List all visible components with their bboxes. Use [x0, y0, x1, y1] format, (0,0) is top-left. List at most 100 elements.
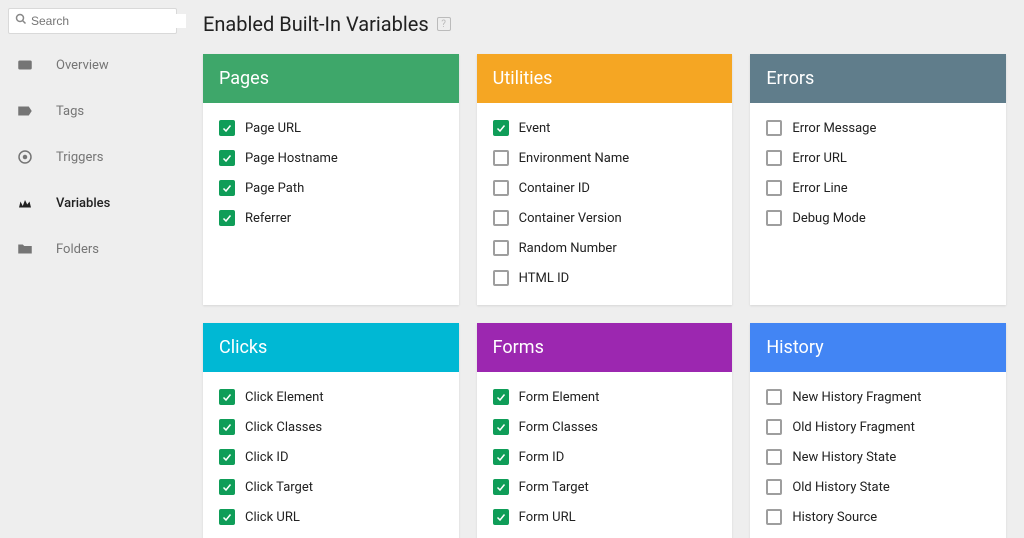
checkbox[interactable] — [493, 180, 509, 196]
variable-row[interactable]: Click URL — [219, 502, 443, 532]
variable-label: Click Element — [245, 390, 324, 405]
sidebar: Overview Tags Triggers Variables Folders — [0, 0, 185, 538]
checkbox[interactable] — [219, 150, 235, 166]
variable-row[interactable]: History Source — [766, 502, 990, 532]
help-icon[interactable]: ? — [437, 17, 451, 31]
variable-row[interactable]: Click Target — [219, 472, 443, 502]
variable-row[interactable]: Error Message — [766, 113, 990, 143]
variable-row[interactable]: Form URL — [493, 502, 717, 532]
card-header: Errors — [750, 54, 1006, 103]
variable-row[interactable]: Form Classes — [493, 412, 717, 442]
variable-row[interactable]: Form ID — [493, 442, 717, 472]
variable-row[interactable]: Old History State — [766, 472, 990, 502]
variable-label: Event — [519, 121, 551, 136]
checkbox[interactable] — [219, 509, 235, 525]
variable-row[interactable]: Click Classes — [219, 412, 443, 442]
variable-label: History Source — [792, 510, 877, 525]
checkbox[interactable] — [219, 419, 235, 435]
variable-label: Form Element — [519, 390, 600, 405]
sidebar-item-label: Folders — [56, 242, 99, 257]
variable-row[interactable]: Referrer — [219, 203, 443, 233]
checkbox[interactable] — [493, 120, 509, 136]
card-forms: FormsForm ElementForm ClassesForm IDForm… — [477, 323, 733, 538]
sidebar-item-label: Overview — [56, 58, 109, 73]
checkbox[interactable] — [493, 240, 509, 256]
variable-label: Page Hostname — [245, 151, 338, 166]
trigger-icon — [16, 148, 34, 166]
tag-icon — [16, 102, 34, 120]
checkbox[interactable] — [766, 120, 782, 136]
checkbox[interactable] — [493, 389, 509, 405]
checkbox[interactable] — [219, 449, 235, 465]
checkbox[interactable] — [493, 449, 509, 465]
checkbox[interactable] — [493, 150, 509, 166]
variable-row[interactable]: New History Fragment — [766, 382, 990, 412]
card-body: Form Element Form ClassesForm ID Form Targ… — [477, 372, 733, 538]
variable-label: Old History Fragment — [792, 420, 915, 435]
variable-row[interactable]: Debug Mode — [766, 203, 990, 233]
variable-row[interactable]: Page Path — [219, 173, 443, 203]
variable-row[interactable]: Form Text — [493, 532, 717, 538]
variable-row[interactable]: Random Number — [493, 233, 717, 263]
card-header: Forms — [477, 323, 733, 372]
checkbox[interactable] — [766, 479, 782, 495]
checkbox[interactable] — [219, 180, 235, 196]
checkbox[interactable] — [493, 270, 509, 286]
checkbox[interactable] — [219, 479, 235, 495]
variable-label: Form Target — [519, 480, 589, 495]
checkbox[interactable] — [219, 210, 235, 226]
checkbox[interactable] — [766, 180, 782, 196]
variable-label: Error URL — [792, 151, 847, 166]
variable-row[interactable]: Form Element — [493, 382, 717, 412]
variable-row[interactable]: Old History Fragment — [766, 412, 990, 442]
variable-row[interactable]: HTML ID — [493, 263, 717, 293]
card-body: Event Environment NameContainer IDContain… — [477, 103, 733, 305]
sidebar-item-triggers[interactable]: Triggers — [0, 134, 185, 180]
checkbox[interactable] — [766, 389, 782, 405]
main-content: Enabled Built-In Variables ? PagesPage U… — [185, 0, 1024, 538]
variable-row[interactable]: Error URL — [766, 143, 990, 173]
page-title-text: Enabled Built-In Variables — [203, 12, 429, 36]
variable-row[interactable]: Error Line — [766, 173, 990, 203]
checkbox[interactable] — [493, 210, 509, 226]
checkbox[interactable] — [493, 479, 509, 495]
sidebar-item-overview[interactable]: Overview — [0, 42, 185, 88]
variables-icon — [16, 194, 34, 212]
card-header: Pages — [203, 54, 459, 103]
variable-row[interactable]: New History State — [766, 442, 990, 472]
variable-row[interactable]: Container Version — [493, 203, 717, 233]
variable-row[interactable]: Click Text — [219, 532, 443, 538]
checkbox[interactable] — [493, 419, 509, 435]
variable-row[interactable]: Click ID — [219, 442, 443, 472]
checkbox[interactable] — [766, 150, 782, 166]
search-icon — [15, 13, 27, 29]
variable-row[interactable]: Event — [493, 113, 717, 143]
variable-row[interactable]: Form Target — [493, 472, 717, 502]
variable-label: Error Line — [792, 181, 847, 196]
checkbox[interactable] — [219, 120, 235, 136]
search-box[interactable] — [8, 8, 177, 34]
checkbox[interactable] — [219, 389, 235, 405]
variable-row[interactable]: Page URL — [219, 113, 443, 143]
sidebar-item-label: Triggers — [56, 150, 103, 165]
sidebar-item-folders[interactable]: Folders — [0, 226, 185, 272]
checkbox[interactable] — [766, 419, 782, 435]
variable-label: Click URL — [245, 510, 300, 525]
sidebar-item-tags[interactable]: Tags — [0, 88, 185, 134]
checkbox[interactable] — [766, 509, 782, 525]
sidebar-item-variables[interactable]: Variables — [0, 180, 185, 226]
checkbox[interactable] — [766, 449, 782, 465]
checkbox[interactable] — [493, 509, 509, 525]
search-input[interactable] — [31, 14, 186, 28]
variable-label: HTML ID — [519, 271, 570, 286]
checkbox[interactable] — [766, 210, 782, 226]
variable-row[interactable]: Click Element — [219, 382, 443, 412]
card-body: Page URL Page Hostname Page PathReferrer — [203, 103, 459, 245]
page-title: Enabled Built-In Variables ? — [203, 12, 1006, 36]
card-header: Clicks — [203, 323, 459, 372]
variable-row[interactable]: Environment Name — [493, 143, 717, 173]
variable-row[interactable]: Page Hostname — [219, 143, 443, 173]
variable-row[interactable]: Container ID — [493, 173, 717, 203]
variable-label: Old History State — [792, 480, 889, 495]
card-header: History — [750, 323, 1006, 372]
